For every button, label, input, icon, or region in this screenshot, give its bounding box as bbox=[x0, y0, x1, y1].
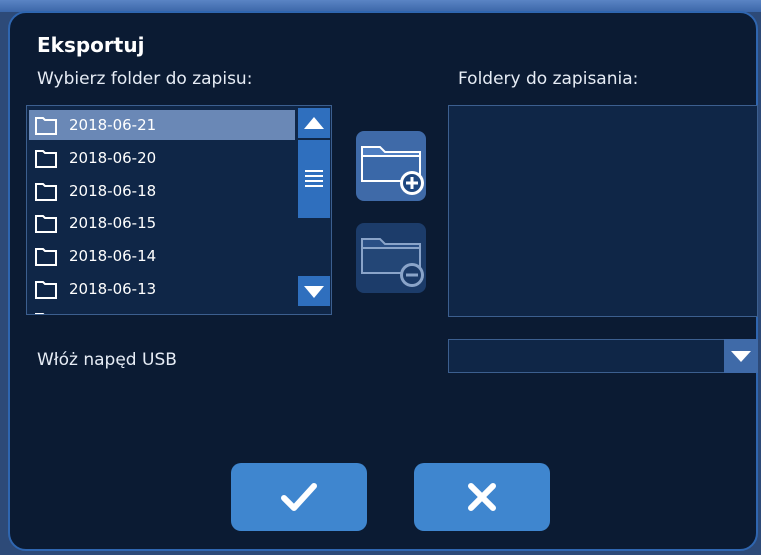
folder-name: 2018-06-14 bbox=[69, 247, 157, 265]
usb-dropdown-button[interactable] bbox=[724, 339, 758, 373]
scroll-down-button[interactable] bbox=[298, 276, 330, 306]
list-item[interactable]: 2018-06-18 bbox=[29, 176, 295, 206]
folder-icon bbox=[35, 281, 57, 299]
list-item[interactable]: 2018-06-13 bbox=[29, 274, 295, 304]
folder-name: 2018-06-13 bbox=[69, 280, 157, 298]
list-item[interactable]: 2018-06-15 bbox=[29, 208, 295, 238]
usb-drive-select[interactable] bbox=[448, 339, 758, 373]
remove-folder-button[interactable] bbox=[356, 223, 426, 293]
triangle-down-icon bbox=[304, 286, 324, 298]
confirm-button[interactable] bbox=[231, 463, 367, 531]
folder-add-icon bbox=[361, 146, 424, 195]
chevron-down-icon bbox=[731, 351, 751, 362]
export-dialog: Eksportuj Wybierz folder do zapisu: Fold… bbox=[8, 11, 758, 551]
folder-list-scrollbar[interactable] bbox=[297, 106, 331, 314]
scroll-thumb[interactable] bbox=[298, 140, 330, 218]
folder-icon bbox=[35, 183, 57, 201]
folder-remove-icon bbox=[361, 238, 424, 287]
folder-icon bbox=[35, 150, 57, 168]
add-folder-button[interactable] bbox=[356, 131, 426, 201]
folder-icon bbox=[35, 117, 57, 135]
x-icon bbox=[468, 483, 496, 511]
folder-name: 2018-06-15 bbox=[69, 214, 157, 232]
dialog-title: Eksportuj bbox=[37, 33, 145, 57]
target-folder-label: Foldery do zapisania: bbox=[458, 69, 639, 89]
folder-icon bbox=[35, 215, 57, 233]
list-item[interactable]: 2018-06-21 bbox=[29, 110, 295, 140]
scroll-up-button[interactable] bbox=[298, 108, 330, 138]
usb-label: Włóż napęd USB bbox=[37, 350, 177, 370]
target-folder-list[interactable] bbox=[448, 105, 758, 317]
triangle-up-icon bbox=[304, 117, 324, 129]
folder-icon bbox=[35, 248, 57, 266]
folder-name: 2018-06-21 bbox=[69, 116, 157, 134]
checkmark-icon bbox=[281, 483, 317, 511]
folder-name: 2018-06-18 bbox=[69, 182, 157, 200]
cancel-button[interactable] bbox=[414, 463, 550, 531]
source-folder-list[interactable]: 2018-06-21 2018-06-20 2018-06-18 2018-06… bbox=[26, 105, 332, 315]
folder-name: 2018-06-20 bbox=[69, 149, 157, 167]
source-folder-label: Wybierz folder do zapisu: bbox=[37, 69, 253, 89]
folder-icon bbox=[35, 313, 45, 314]
list-item-partial[interactable] bbox=[29, 306, 295, 314]
list-item[interactable]: 2018-06-20 bbox=[29, 143, 295, 173]
grip-lines-icon bbox=[305, 170, 323, 187]
list-item[interactable]: 2018-06-14 bbox=[29, 241, 295, 271]
